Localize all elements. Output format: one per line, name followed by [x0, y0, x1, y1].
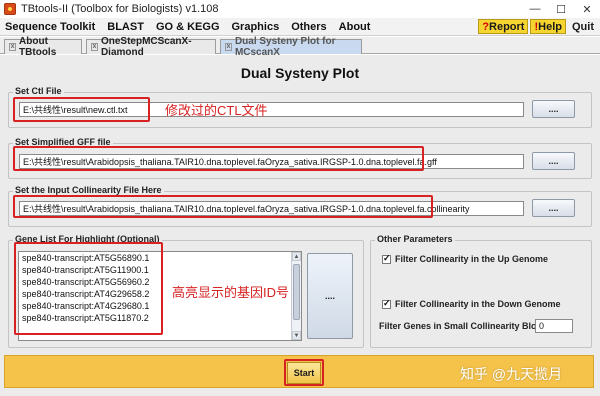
scroll-down-icon[interactable]: ▼	[292, 331, 301, 340]
watermark: 知乎 @九天揽月	[460, 366, 563, 382]
page-title: Dual Systeny Plot	[240, 65, 360, 81]
gene-list-item: spe840-transcript:AT5G11870.2	[22, 313, 149, 323]
scroll-up-icon[interactable]: ▲	[292, 252, 301, 261]
menu-sequence-toolkit[interactable]: Sequence Toolkit	[0, 21, 101, 33]
maximize-button[interactable]: ☐	[548, 0, 574, 18]
gene-list-item: spe840-transcript:AT5G56960.2	[22, 277, 150, 287]
ctl-file-group: Set Ctl File E:\共线性\result\new.ctl.txt .…	[8, 86, 592, 128]
close-button[interactable]: ✕	[574, 0, 600, 18]
close-tab-icon[interactable]: x	[9, 43, 17, 51]
gene-list-browse-button[interactable]: ....	[307, 253, 353, 339]
help-label: Help	[538, 20, 562, 33]
gene-list-label: Gene List For Highlight (Optional)	[13, 234, 162, 244]
filter-up-label: Filter Collinearity in the Up Genome	[395, 254, 549, 264]
filter-up-option[interactable]: Filter Collinearity in the Up Genome	[382, 253, 549, 264]
collinearity-file-input[interactable]: E:\共线性\result\Arabidopsis_thaliana.TAIR1…	[19, 201, 524, 216]
gene-list-annotation: 高亮显示的基因ID号	[172, 285, 290, 300]
menu-go-kegg[interactable]: GO & KEGG	[150, 21, 226, 33]
tab-about-tbtools[interactable]: x About TBtools	[4, 36, 82, 58]
start-button[interactable]: Start	[287, 362, 321, 384]
gene-list-item: spe840-transcript:AT4G29680.1	[22, 301, 150, 311]
scrollbar-thumb[interactable]	[293, 264, 300, 320]
gff-file-label: Set Simplified GFF file	[13, 137, 113, 147]
close-tab-icon[interactable]: x	[91, 43, 98, 51]
window-title: TBtools-II (Toolbox for Biologists) v1.1…	[21, 3, 219, 15]
gff-file-group: Set Simplified GFF file E:\共线性\result\Ar…	[8, 137, 592, 179]
menu-blast[interactable]: BLAST	[101, 21, 150, 33]
gene-list-item: spe840-transcript:AT5G56890.1	[22, 253, 150, 263]
title-bar: TBtools-II (Toolbox for Biologists) v1.1…	[0, 0, 600, 18]
gff-file-input[interactable]: E:\共线性\result\Arabidopsis_thaliana.TAIR1…	[19, 154, 524, 169]
filter-down-label: Filter Collinearity in the Down Genome	[395, 299, 561, 309]
other-params-label: Other Parameters	[375, 234, 455, 244]
help-button[interactable]: ! Help	[530, 19, 566, 34]
minimize-button[interactable]: —	[522, 0, 548, 18]
report-label: Report	[489, 20, 525, 33]
collinearity-file-label: Set the Input Collinearity File Here	[13, 185, 164, 195]
gff-browse-button[interactable]: ....	[532, 152, 575, 170]
quit-button[interactable]: Quit	[568, 19, 598, 34]
collinearity-browse-button[interactable]: ....	[532, 199, 575, 217]
start-bar: Start 知乎 @九天揽月	[4, 355, 594, 388]
tab-bar: x About TBtools x OneStepMCScanX-Diamond x…	[0, 36, 600, 58]
gene-list-item: spe840-transcript:AT4G29658.2	[22, 289, 150, 299]
filter-up-checkbox[interactable]	[382, 253, 391, 264]
ctl-file-label: Set Ctl File	[13, 86, 64, 96]
main-panel: Dual Systeny Plot Set Ctl File E:\共线性\re…	[0, 55, 600, 396]
tab-onestep-mcscanx[interactable]: x OneStepMCScanX-Diamond	[86, 36, 216, 58]
question-icon: ?	[482, 20, 490, 33]
gene-list-scrollbar[interactable]: ▲ ▼	[291, 252, 301, 340]
ctl-file-input[interactable]: E:\共线性\result\new.ctl.txt	[19, 102, 524, 117]
ctl-annotation: 修改过的CTL文件	[165, 103, 268, 118]
small-block-label: Filter Genes in Small Collinearity Block…	[379, 321, 553, 331]
gene-list-item: spe840-transcript:AT5G11900.1	[22, 265, 149, 275]
menu-bar: Sequence Toolkit BLAST GO & KEGG Graphic…	[0, 18, 600, 36]
menu-about[interactable]: About	[333, 21, 377, 33]
filter-down-checkbox[interactable]	[382, 298, 391, 309]
close-tab-icon[interactable]: x	[225, 43, 232, 51]
report-button[interactable]: ? Report	[478, 19, 529, 34]
menu-graphics[interactable]: Graphics	[226, 21, 286, 33]
filter-down-option[interactable]: Filter Collinearity in the Down Genome	[382, 298, 561, 309]
app-logo-icon	[4, 3, 16, 15]
collinearity-file-group: Set the Input Collinearity File Here E:\…	[8, 185, 592, 227]
small-block-input[interactable]: 0	[535, 319, 573, 333]
tab-dual-systeny-plot[interactable]: x Dual Systeny Plot for MCscanX	[220, 36, 362, 58]
ctl-browse-button[interactable]: ....	[532, 100, 575, 118]
other-params-group: Other Parameters Filter Collinearity in …	[370, 234, 592, 348]
menu-others[interactable]: Others	[285, 21, 332, 33]
